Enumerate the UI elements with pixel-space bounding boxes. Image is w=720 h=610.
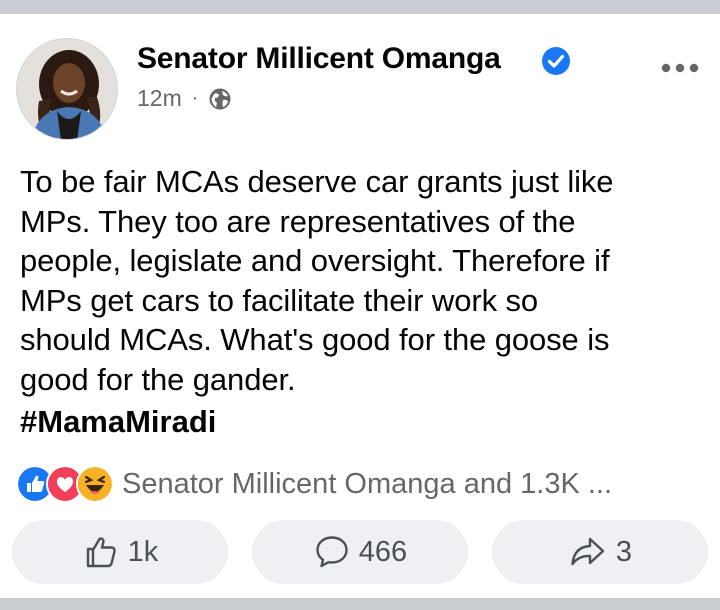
post-text: To be fair MCAs deserve car grants just … <box>20 162 700 399</box>
haha-reaction-icon <box>76 465 114 503</box>
share-icon <box>571 537 605 566</box>
like-button[interactable]: 1k <box>12 520 228 584</box>
meta-separator: · <box>191 87 199 109</box>
more-options-icon[interactable] <box>660 60 700 76</box>
reaction-icons <box>16 465 114 503</box>
globe-icon <box>209 88 231 109</box>
comment-count: 466 <box>358 535 408 568</box>
post-text-line: should MCAs. What's good for the goose i… <box>20 322 610 357</box>
thumbs-up-icon <box>86 537 116 568</box>
post-text-line: MPs. They too are representatives of the <box>20 203 576 239</box>
author-name[interactable]: Senator Millicent Omanga <box>137 42 501 76</box>
post-meta: 12m · <box>137 85 232 112</box>
share-button[interactable]: 3 <box>492 520 708 584</box>
post-text-line: MPs get cars to facilitate their work so <box>20 282 539 318</box>
comment-button[interactable]: 466 <box>252 520 468 584</box>
action-bar: 1k 466 3 <box>12 520 708 584</box>
post-text-line: To be fair MCAs deserve car grants just … <box>20 164 614 199</box>
top-separator <box>0 0 720 14</box>
post-text-line: people, legislate and oversight. Therefo… <box>20 243 610 278</box>
post-time[interactable]: 12m <box>137 85 182 112</box>
reactions-summary[interactable]: Senator Millicent Omanga and 1.3K ... <box>16 465 612 503</box>
share-count: 3 <box>615 535 633 568</box>
post-text-line: good for the gander. <box>20 361 296 397</box>
comment-icon <box>316 536 348 568</box>
hashtag-link[interactable]: #MamaMiradi <box>20 404 216 440</box>
avatar[interactable] <box>16 38 118 140</box>
verified-badge-icon <box>542 47 570 75</box>
like-count: 1k <box>127 535 159 568</box>
bottom-separator <box>0 598 720 610</box>
reactions-text[interactable]: Senator Millicent Omanga and 1.3K ... <box>122 468 612 501</box>
profile-photo <box>17 39 117 139</box>
